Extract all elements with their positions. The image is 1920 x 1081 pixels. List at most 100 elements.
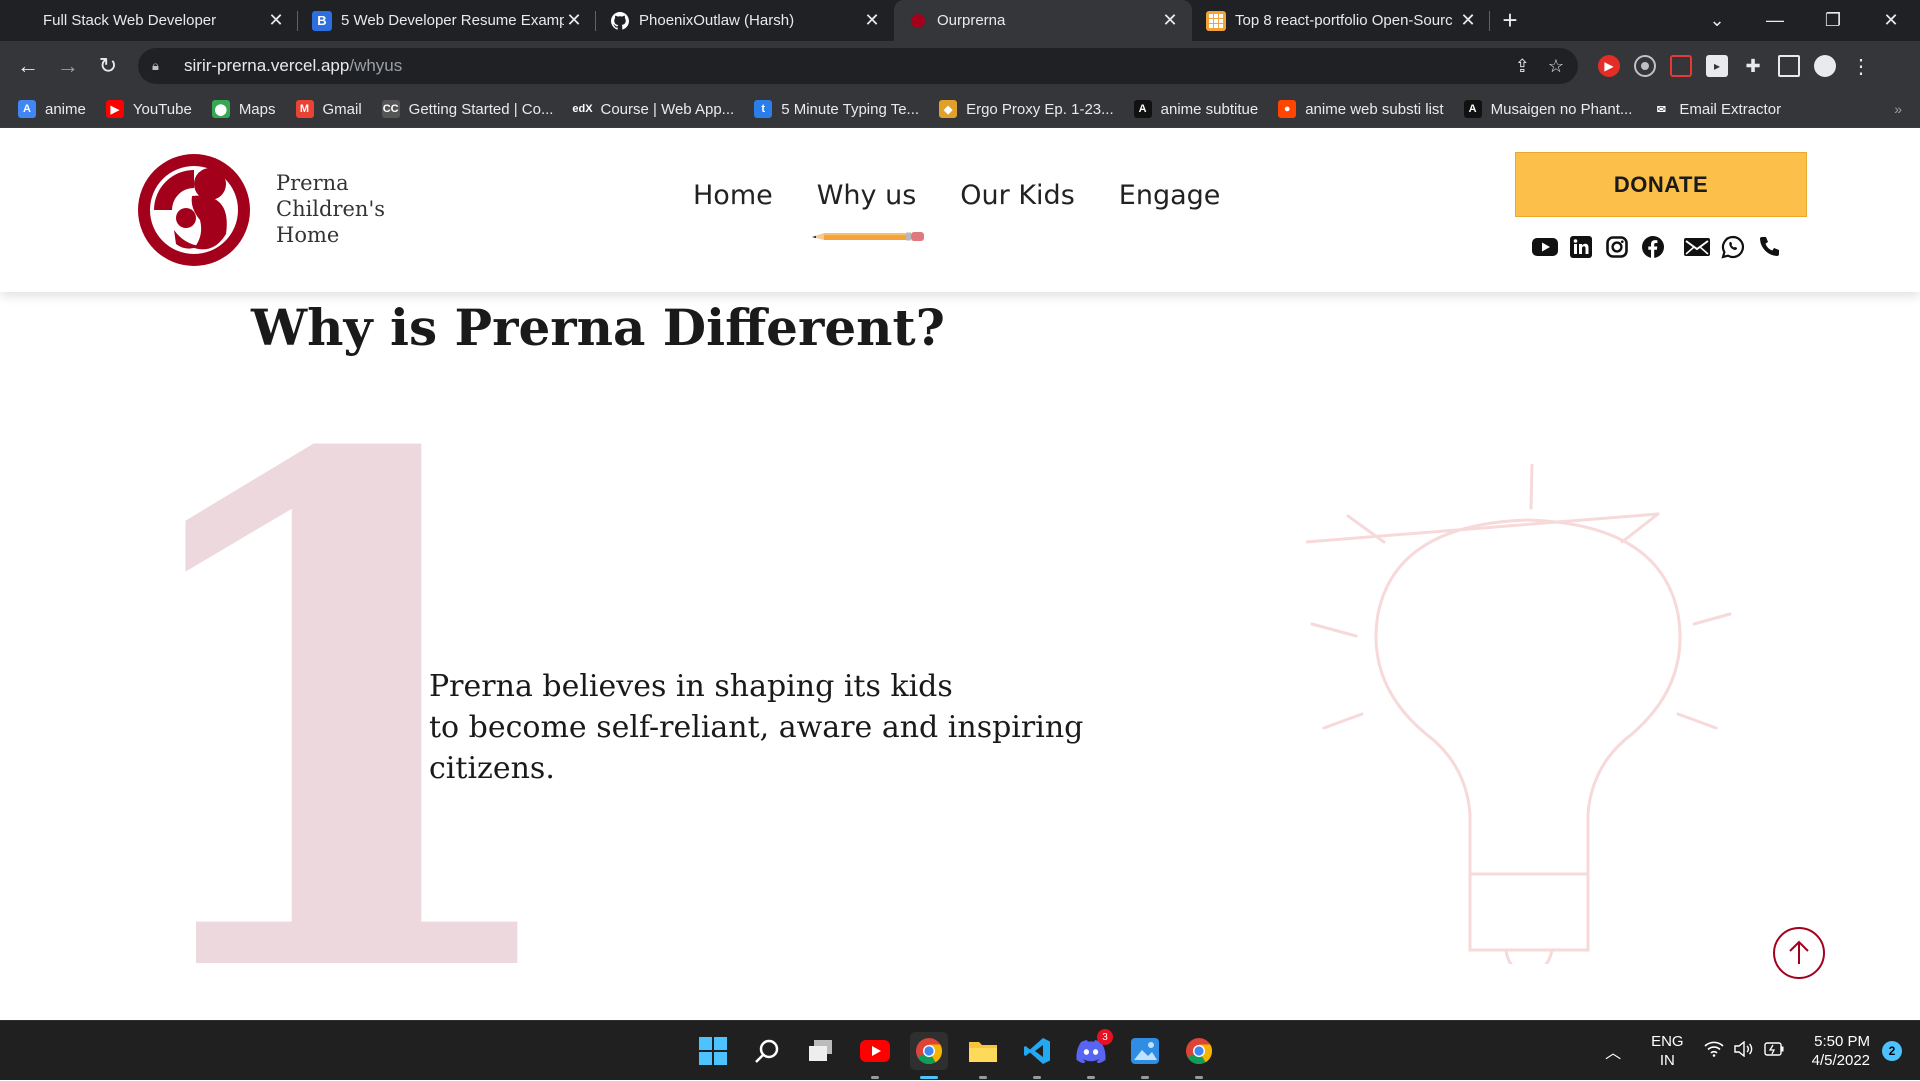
nav-why-us[interactable]: Why us xyxy=(817,180,917,211)
instagram-icon[interactable] xyxy=(1604,234,1630,260)
bookmark-label: Musaigen no Phant... xyxy=(1490,100,1633,118)
youtube-extension-icon[interactable]: ▶ xyxy=(1598,55,1620,77)
back-icon[interactable]: ← xyxy=(8,46,48,86)
browser-tab-active[interactable]: Ourprerna ✕ xyxy=(894,0,1192,41)
youtube-icon[interactable] xyxy=(856,1032,894,1079)
arrow-up-icon xyxy=(1789,940,1809,964)
close-tab-icon[interactable]: ✕ xyxy=(266,10,286,31)
close-window-icon[interactable]: ✕ xyxy=(1862,0,1920,41)
share-icon[interactable]: ⇪ xyxy=(1515,56,1530,77)
bookmark-item[interactable]: ◆ Ergo Proxy Ep. 1-23... xyxy=(939,100,1114,118)
language-indicator[interactable]: ENG IN xyxy=(1651,1032,1684,1070)
windows-start-icon[interactable] xyxy=(694,1032,732,1070)
bookmark-item[interactable]: ● anime web substi list xyxy=(1278,100,1444,118)
page-viewport: Prerna Children's Home Home Why us Our K… xyxy=(0,128,1920,1020)
reason-paragraph: Prerna believes in shaping its kids to b… xyxy=(429,666,1119,789)
bookmark-item[interactable]: t 5 Minute Typing Te... xyxy=(754,100,919,118)
site-header: Prerna Children's Home Home Why us Our K… xyxy=(0,128,1920,292)
close-tab-icon[interactable]: ✕ xyxy=(1160,10,1180,31)
forward-icon[interactable]: → xyxy=(48,46,88,86)
bookmark-label: Email Extractor xyxy=(1679,100,1782,118)
target-extension-icon[interactable] xyxy=(1634,55,1656,77)
bookmark-label: Maps xyxy=(238,100,276,118)
tab-title: 5 Web Developer Resume Examp xyxy=(341,12,564,29)
nav-engage[interactable]: Engage xyxy=(1119,180,1221,211)
close-tab-icon[interactable]: ✕ xyxy=(1458,10,1478,31)
media-extension-icon[interactable]: ▸ xyxy=(1706,55,1728,77)
youtube-icon[interactable] xyxy=(1532,234,1558,260)
battery-icon[interactable] xyxy=(1763,1042,1784,1060)
pip-extension-icon[interactable] xyxy=(1670,55,1692,77)
donate-button[interactable]: DONATE xyxy=(1515,152,1807,217)
lock-icon[interactable]: 🔒︎ xyxy=(152,58,172,74)
chrome-icon[interactable] xyxy=(1180,1032,1218,1079)
wifi-icon[interactable] xyxy=(1704,1041,1724,1061)
prerna-icon xyxy=(908,11,928,31)
browser-tab[interactable]: Top 8 react-portfolio Open-Sourc ✕ xyxy=(1192,0,1490,41)
side-panel-icon[interactable] xyxy=(1778,55,1800,77)
notification-badge[interactable]: 2 xyxy=(1882,1041,1902,1061)
bookmark-item[interactable]: ▶ YouTube xyxy=(105,100,192,118)
paragraph-line: Prerna believes in shaping its kids xyxy=(429,669,953,704)
profile-avatar-icon[interactable] xyxy=(1814,55,1836,77)
discord-icon[interactable]: 3 xyxy=(1072,1029,1113,1079)
restore-icon[interactable]: ❐ xyxy=(1804,0,1862,41)
tab-title: Full Stack Web Developer xyxy=(43,12,217,29)
nav-home[interactable]: Home xyxy=(693,180,773,211)
bookmark-item[interactable]: Aanime xyxy=(18,100,86,118)
bookmark-item[interactable]: Aanime subtitue xyxy=(1133,100,1258,118)
social-links xyxy=(1532,234,1782,260)
paragraph-line: to become self-reliant, aware and inspir… xyxy=(429,710,1084,745)
tab-title: PhoenixOutlaw (Harsh) xyxy=(639,12,795,29)
clock[interactable]: 5:50 PM 4/5/2022 xyxy=(1812,1032,1870,1070)
bookmark-favicon-icon: A xyxy=(18,100,36,118)
clock-time: 5:50 PM xyxy=(1814,1033,1870,1050)
url-path: /whyus xyxy=(349,56,403,75)
brand-name[interactable]: Prerna Children's Home xyxy=(276,170,385,248)
volume-icon[interactable] xyxy=(1733,1040,1754,1061)
extensions-puzzle-icon[interactable]: ✚ xyxy=(1742,55,1764,77)
address-bar[interactable]: 🔒︎ sirir-prerna.vercel.app/whyus ⇪ ☆ xyxy=(138,48,1578,84)
close-tab-icon[interactable]: ✕ xyxy=(862,10,882,31)
photos-icon[interactable] xyxy=(1126,1032,1164,1079)
page-title: Why is Prerna Different? xyxy=(251,298,945,357)
bookmark-item[interactable]: edX Course | Web App... xyxy=(572,100,734,118)
chevron-up-icon[interactable]: ︿ xyxy=(1605,1039,1621,1063)
url-host: sirir-prerna.vercel.app xyxy=(184,56,350,75)
linkedin-icon[interactable] xyxy=(1568,234,1594,260)
bookmark-item[interactable]: ✉ Email Extractor xyxy=(1652,100,1781,118)
chrome-icon[interactable] xyxy=(910,1032,948,1079)
bookmark-favicon-icon: ◆ xyxy=(939,100,958,118)
prerna-logo[interactable] xyxy=(134,148,254,268)
tab-search-icon[interactable]: ⌄ xyxy=(1688,0,1746,41)
phone-icon[interactable] xyxy=(1756,234,1782,260)
browser-tab[interactable]: B 5 Web Developer Resume Examp ✕ xyxy=(298,0,596,41)
task-view-icon[interactable] xyxy=(802,1032,840,1070)
nav-our-kids[interactable]: Our Kids xyxy=(960,180,1074,211)
browser-tab[interactable]: PhoenixOutlaw (Harsh) ✕ xyxy=(596,0,894,41)
vscode-icon[interactable] xyxy=(1018,1032,1056,1079)
bookmark-star-icon[interactable]: ☆ xyxy=(1548,56,1564,77)
reload-icon[interactable]: ↻ xyxy=(88,46,128,86)
new-tab-button[interactable]: + xyxy=(1490,0,1530,41)
file-explorer-icon[interactable] xyxy=(964,1032,1002,1079)
menu-kebab-icon[interactable]: ⋮ xyxy=(1850,55,1872,78)
b-icon: B xyxy=(312,10,332,31)
bookmark-item[interactable]: ⬤ Maps xyxy=(211,100,276,118)
bookmark-favicon-icon: ✉ xyxy=(1652,100,1671,118)
bookmark-item[interactable]: M Gmail xyxy=(295,100,362,118)
bookmark-item[interactable]: A Musaigen no Phant... xyxy=(1463,100,1633,118)
github-icon xyxy=(610,11,630,31)
scroll-to-top-button[interactable] xyxy=(1773,927,1825,979)
mail-icon[interactable] xyxy=(1684,234,1710,260)
whatsapp-icon[interactable] xyxy=(1720,234,1746,260)
bookmark-item[interactable]: CC Getting Started | Co... xyxy=(381,100,553,118)
minimize-icon[interactable]: — xyxy=(1746,0,1804,41)
taskbar-apps: 3 xyxy=(694,1021,1218,1081)
pencil-underline-icon xyxy=(812,232,924,241)
search-icon[interactable] xyxy=(748,1032,786,1070)
facebook-icon[interactable] xyxy=(1640,234,1666,260)
close-tab-icon[interactable]: ✕ xyxy=(564,10,584,31)
browser-tab[interactable]: Full Stack Web Developer ✕ xyxy=(0,0,298,41)
bookmarks-overflow-icon[interactable]: » xyxy=(1894,101,1902,117)
